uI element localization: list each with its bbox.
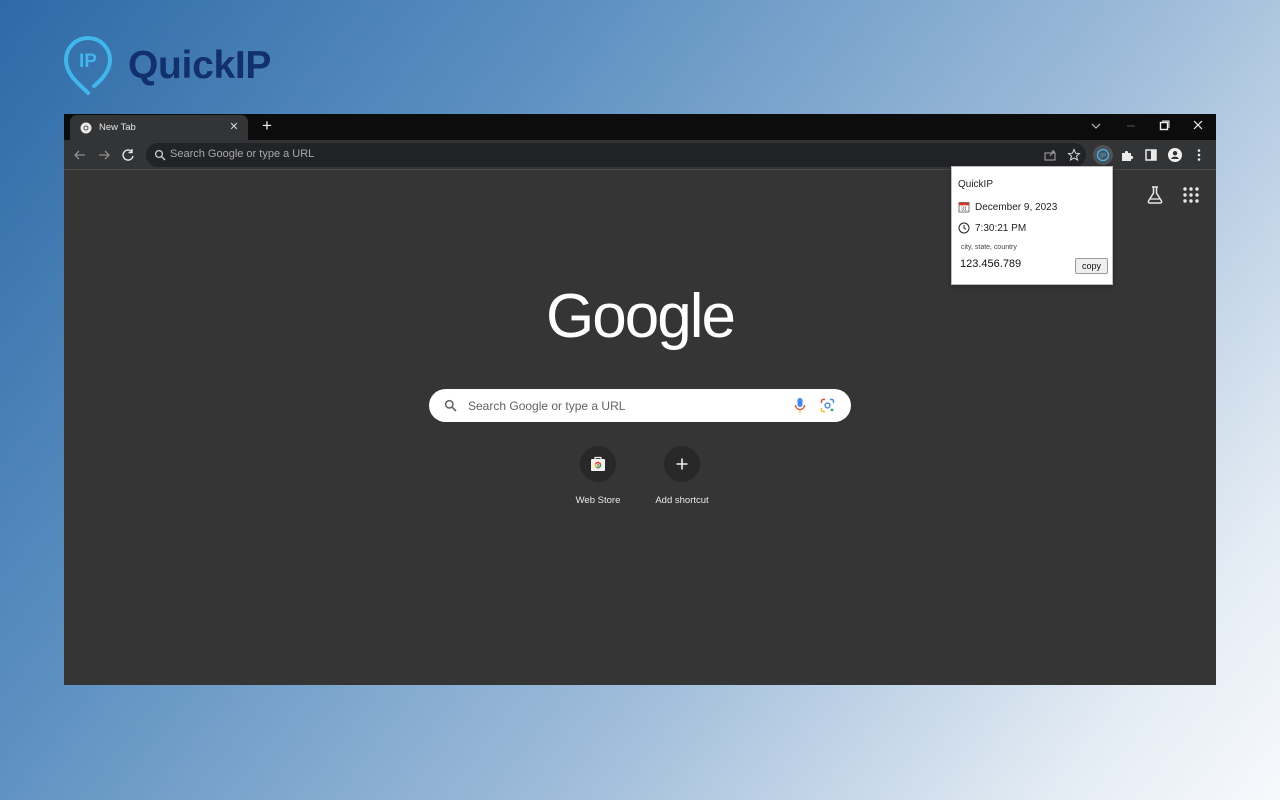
location-label: city, state, country xyxy=(961,244,1017,251)
menu-kebab-icon[interactable] xyxy=(1189,145,1209,165)
search-input[interactable]: Search Google or type a URL xyxy=(429,389,851,422)
calendar-icon: 31 xyxy=(958,202,970,213)
shortcut-label: Add shortcut xyxy=(655,495,709,506)
svg-text:31: 31 xyxy=(961,207,967,213)
restore-icon[interactable] xyxy=(1154,117,1174,135)
quickip-extension-icon[interactable]: IP xyxy=(1093,145,1113,165)
ip-address: 123.456.789 xyxy=(960,258,1022,270)
popup-time: 7:30:21 PM xyxy=(975,222,1027,234)
time-row: 7:30:21 PM xyxy=(958,222,1026,234)
svg-text:IP: IP xyxy=(1100,154,1106,160)
tab-search-icon[interactable] xyxy=(1086,117,1106,135)
brand-name: QuickIP xyxy=(128,44,272,87)
side-panel-icon[interactable] xyxy=(1141,145,1161,165)
labs-flask-icon[interactable] xyxy=(1144,184,1166,206)
brand-logo: IP QuickIP xyxy=(62,36,271,96)
tab-new-tab[interactable]: New Tab ✕ xyxy=(70,115,248,140)
close-icon[interactable]: ✕ xyxy=(227,120,241,134)
popup-date: December 9, 2023 xyxy=(975,201,1058,213)
extensions-puzzle-icon[interactable] xyxy=(1117,145,1137,165)
tab-title: New Tab xyxy=(99,122,136,133)
copy-button[interactable]: copy xyxy=(1075,258,1108,274)
shortcut-tile xyxy=(580,446,616,482)
shortcut-tile xyxy=(664,446,700,482)
clock-icon xyxy=(958,222,970,234)
reload-icon[interactable] xyxy=(119,146,137,164)
share-icon[interactable] xyxy=(1043,148,1057,162)
minimize-icon[interactable] xyxy=(1121,117,1141,135)
address-bar-placeholder: Search Google or type a URL xyxy=(170,148,315,160)
google-logo: Google xyxy=(546,282,736,351)
back-icon[interactable] xyxy=(71,146,89,164)
address-bar[interactable]: Search Google or type a URL xyxy=(146,143,1086,167)
shortcut-add[interactable]: Add shortcut xyxy=(632,446,732,516)
quickip-popup: QuickIP 31 December 9, 2023 7:30:21 PM c… xyxy=(951,166,1113,285)
lens-camera-icon[interactable] xyxy=(820,398,835,413)
popup-title: QuickIP xyxy=(958,179,994,190)
search-icon xyxy=(154,149,166,161)
brand-mark-text: IP xyxy=(79,51,97,72)
apps-grid-icon[interactable] xyxy=(1180,184,1202,206)
title-bar: New Tab ✕ + xyxy=(64,114,1216,140)
date-row: 31 December 9, 2023 xyxy=(958,201,1057,213)
forward-icon[interactable] xyxy=(95,146,113,164)
profile-icon[interactable] xyxy=(1165,145,1185,165)
location-pin-icon: IP xyxy=(63,36,113,95)
search-placeholder: Search Google or type a URL xyxy=(468,399,626,413)
window-close-icon[interactable] xyxy=(1188,117,1208,135)
plus-icon xyxy=(676,458,688,470)
new-tab-button[interactable]: + xyxy=(257,116,277,136)
chrome-icon xyxy=(80,122,92,133)
search-icon xyxy=(444,399,457,412)
microphone-icon[interactable] xyxy=(793,397,807,414)
web-store-icon xyxy=(591,456,605,471)
star-icon[interactable] xyxy=(1067,148,1081,162)
